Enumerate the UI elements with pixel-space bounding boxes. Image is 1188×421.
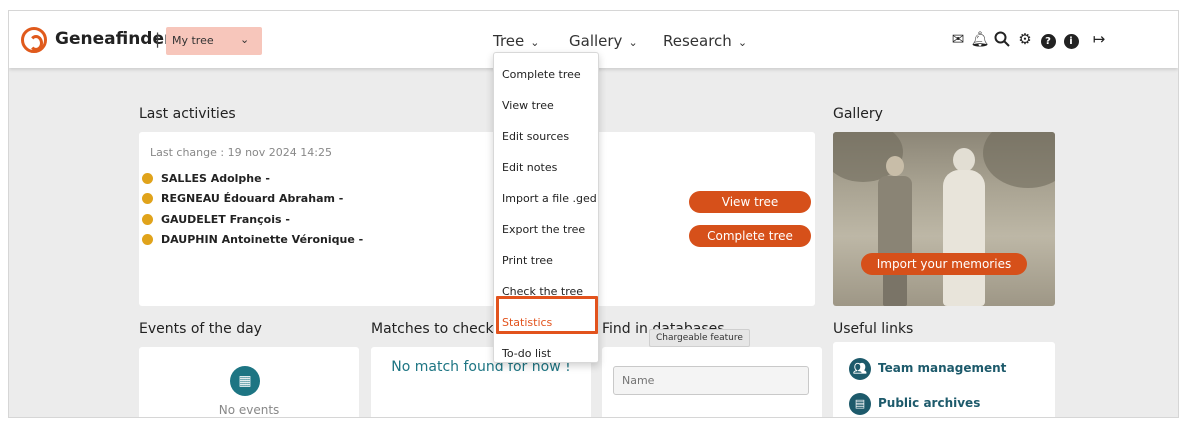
info-icon[interactable]: i [1060,28,1082,50]
no-events-text: No events [218,403,280,417]
mail-icon[interactable]: ✉ [947,28,969,50]
activity-item[interactable]: GAUDELET François - [142,213,290,226]
tree-selector[interactable]: My tree ⌄ [166,27,262,55]
chevron-down-icon: ⌄ [240,33,250,46]
photo-figure-head [953,148,975,172]
activity-name: SALLES Adolphe - [161,172,270,185]
brand-separator: | [155,30,161,48]
status-dot-icon [142,234,153,245]
tree-dropdown-menu: Complete tree View tree Edit sources Edi… [493,52,599,363]
useful-links-card: 👥︎ Team management ▤ Public archives [833,342,1055,417]
menu-gallery-label: Gallery [569,32,623,50]
menu-research[interactable]: Research ⌄ [663,32,747,50]
geneafinder-logo-icon[interactable] [21,27,47,53]
activity-item[interactable]: REGNEAU Édouard Abraham - [142,192,344,205]
menu-item-complete-tree[interactable]: Complete tree [502,68,581,81]
menu-item-todo-list[interactable]: To-do list [502,347,551,360]
public-archives-label: Public archives [878,396,981,410]
import-memories-button[interactable]: Import your memories [861,253,1027,275]
gallery-photo: Import your memories [833,132,1055,306]
complete-tree-button[interactable]: Complete tree [689,225,811,247]
menu-item-export-tree[interactable]: Export the tree [502,223,585,236]
menu-item-print-tree[interactable]: Print tree [502,254,553,267]
menu-item-view-tree[interactable]: View tree [502,99,554,112]
view-tree-button[interactable]: View tree [689,191,811,213]
find-card [602,347,822,417]
activity-name: DAUPHIN Antoinette Véronique - [161,233,364,246]
menu-gallery[interactable]: Gallery ⌄ [569,32,638,50]
team-management-label: Team management [878,361,1007,375]
bell-icon[interactable]: 🔔︎ [969,28,991,50]
search-icon[interactable] [991,28,1013,50]
gallery-title: Gallery [833,106,883,122]
activity-item[interactable]: SALLES Adolphe - [142,172,270,185]
help-icon[interactable]: ? [1037,28,1059,50]
name-input[interactable] [613,366,809,395]
photo-figure-dress [943,170,985,306]
menu-research-label: Research [663,32,732,50]
status-dot-icon [142,214,153,225]
menu-item-edit-sources[interactable]: Edit sources [502,130,569,143]
photo-figure-boy [875,156,915,306]
menu-item-statistics[interactable]: Statistics [502,316,552,329]
app-window: Geneafinder | My tree ⌄ Tree ⌄ Gallery ⌄ R… [8,10,1179,418]
menu-item-edit-notes[interactable]: Edit notes [502,161,557,174]
activity-name: GAUDELET François - [161,213,290,226]
chargeable-feature-tooltip: Chargeable feature [649,329,750,347]
last-activities-title: Last activities [139,106,236,122]
events-card: ▦ No events [139,347,359,417]
tree-selector-label: My tree [172,34,214,47]
photo-figure-girl [941,148,987,306]
logout-icon[interactable]: ↦ [1088,28,1110,50]
matches-title: Matches to check [371,321,494,337]
calendar-icon: ▦ [230,366,260,396]
archive-icon: ▤ [849,393,871,415]
useful-links-title: Useful links [833,321,914,337]
activity-name: REGNEAU Édouard Abraham - [161,192,344,205]
photo-figure-body [878,176,912,264]
status-dot-icon [142,193,153,204]
menu-tree-label: Tree [493,32,525,50]
team-icon: 👥︎ [849,358,871,380]
last-activities-card: Last change : 19 nov 2024 14:25 SALLES A… [139,132,815,306]
last-change-text: Last change : 19 nov 2024 14:25 [150,146,332,159]
events-title: Events of the day [139,321,262,337]
photo-figure-head [886,156,904,176]
menu-tree[interactable]: Tree ⌄ [493,32,539,50]
gear-icon[interactable]: ⚙ [1014,28,1036,50]
chevron-down-icon: ⌄ [530,36,540,49]
status-dot-icon [142,173,153,184]
menu-item-import-ged[interactable]: Import a file .ged [502,192,597,205]
chevron-down-icon: ⌄ [628,36,638,49]
activity-item[interactable]: DAUPHIN Antoinette Véronique - [142,233,364,246]
chevron-down-icon: ⌄ [737,36,748,49]
photo-foliage [983,132,1055,188]
